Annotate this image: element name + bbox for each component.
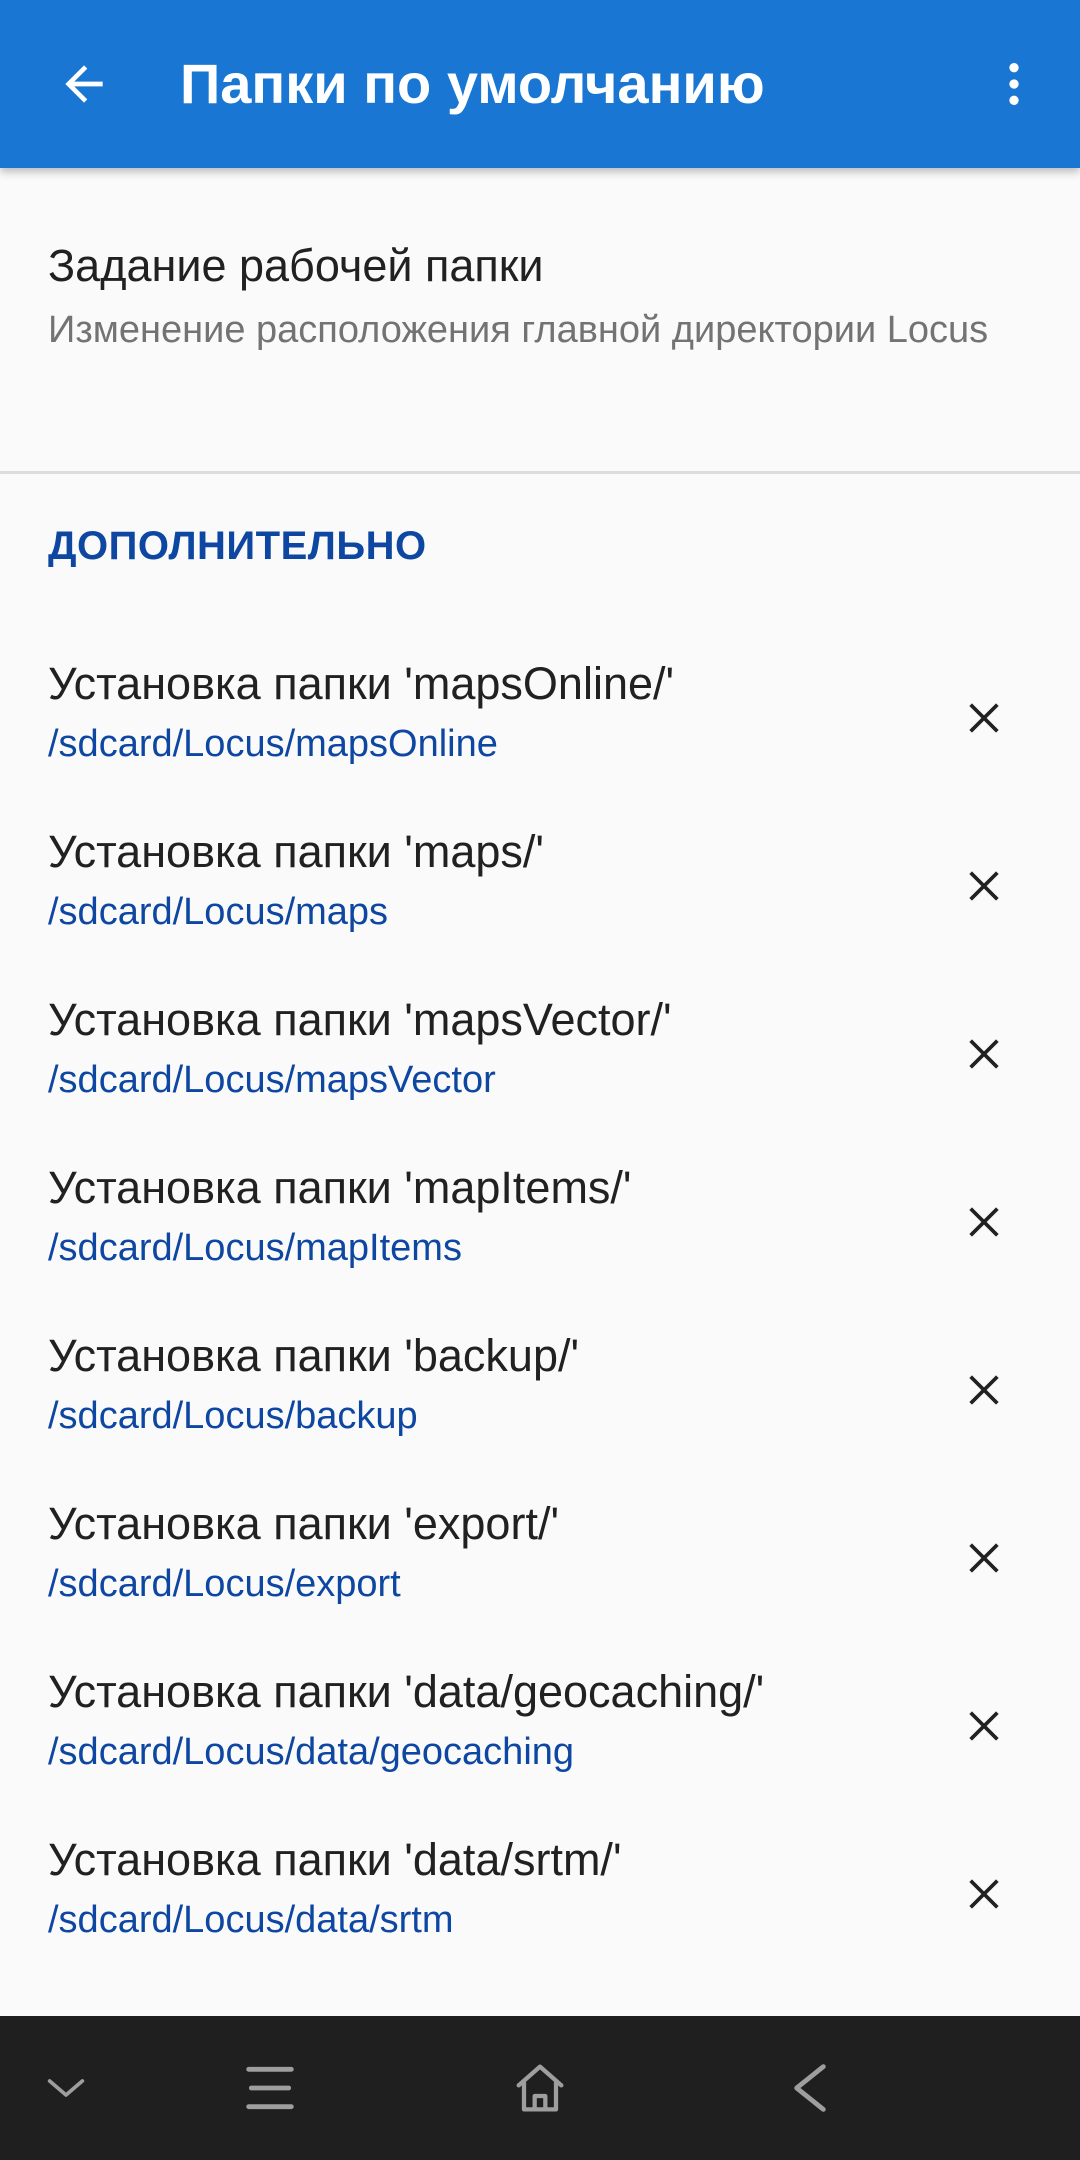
- close-icon: [969, 1543, 999, 1573]
- clear-folder-button[interactable]: [950, 1020, 1018, 1088]
- more-options-button[interactable]: [978, 48, 1050, 120]
- folder-item-title: Установка папки 'data/srtm/': [48, 1834, 622, 1885]
- folder-item-title: Установка папки 'backup/': [48, 1330, 580, 1381]
- folder-item-srtm[interactable]: Установка папки 'data/srtm/' /sdcard/Loc…: [0, 1812, 1080, 1980]
- working-folder-title: Задание рабочей папки: [48, 240, 544, 291]
- divider: [0, 471, 1080, 474]
- folder-item-path: /sdcard/Locus/data/geocaching: [48, 1731, 575, 1773]
- folder-item-title: Установка папки 'maps/': [48, 826, 545, 877]
- folder-item-mapitems[interactable]: Установка папки 'mapItems/' /sdcard/Locu…: [0, 1140, 1080, 1308]
- back-icon: [794, 2064, 826, 2112]
- folder-item-path: /sdcard/Locus/mapsOnline: [48, 723, 498, 765]
- close-icon: [969, 871, 999, 901]
- more-vert-icon: [1009, 63, 1019, 105]
- clear-folder-button[interactable]: [950, 1188, 1018, 1256]
- folder-item-title: Установка папки 'export/': [48, 1498, 560, 1549]
- clear-folder-button[interactable]: [950, 684, 1018, 752]
- nav-back-button[interactable]: [774, 2052, 846, 2124]
- back-button[interactable]: [48, 48, 120, 120]
- folder-item-path: /sdcard/Locus/mapItems: [48, 1227, 462, 1269]
- nav-home-button[interactable]: [504, 2052, 576, 2124]
- folder-item-path: /sdcard/Locus/export: [48, 1563, 401, 1605]
- system-nav-bar: [0, 2016, 1080, 2160]
- clear-folder-button[interactable]: [950, 1692, 1018, 1760]
- working-folder-summary: Изменение расположения главной директори…: [48, 309, 989, 351]
- clear-folder-button[interactable]: [950, 1524, 1018, 1592]
- folder-item-path: /sdcard/Locus/mapsVector: [48, 1059, 496, 1101]
- home-icon: [516, 2064, 564, 2112]
- folder-item-mapsvector[interactable]: Установка папки 'mapsVector/' /sdcard/Lo…: [0, 972, 1080, 1140]
- close-icon: [969, 1879, 999, 1909]
- nav-recents-button[interactable]: [234, 2052, 306, 2124]
- folder-item-path: /sdcard/Locus/maps: [48, 891, 389, 933]
- close-icon: [969, 1711, 999, 1741]
- close-icon: [969, 1039, 999, 1069]
- menu-icon: [246, 2066, 294, 2110]
- chevron-down-icon: [47, 2079, 85, 2097]
- app-bar: Папки по умолчанию: [0, 0, 1080, 168]
- arrow-back-icon: [65, 65, 103, 103]
- folder-item-title: Установка папки 'mapItems/': [48, 1162, 632, 1213]
- close-icon: [969, 703, 999, 733]
- folder-item-geocaching[interactable]: Установка папки 'data/geocaching/' /sdca…: [0, 1644, 1080, 1812]
- folder-item-path: /sdcard/Locus/data/srtm: [48, 1899, 454, 1941]
- nav-hide-button[interactable]: [30, 2052, 102, 2124]
- close-icon: [969, 1375, 999, 1405]
- clear-folder-button[interactable]: [950, 852, 1018, 920]
- page-title: Папки по умолчанию: [180, 52, 765, 115]
- section-header-advanced: ДОПОЛНИТЕЛЬНО: [48, 524, 427, 568]
- folder-item-title: Установка папки 'mapsVector/': [48, 994, 672, 1045]
- folder-item-title: Установка папки 'data/geocaching/': [48, 1666, 765, 1717]
- folder-item-backup[interactable]: Установка папки 'backup/' /sdcard/Locus/…: [0, 1308, 1080, 1476]
- folder-item-export[interactable]: Установка папки 'export/' /sdcard/Locus/…: [0, 1476, 1080, 1644]
- folder-item-maps[interactable]: Установка папки 'maps/' /sdcard/Locus/ma…: [0, 804, 1080, 972]
- clear-folder-button[interactable]: [950, 1356, 1018, 1424]
- folder-item-path: /sdcard/Locus/backup: [48, 1395, 418, 1437]
- folder-item-title: Установка папки 'mapsOnline/': [48, 658, 675, 709]
- folder-item-mapsonline[interactable]: Установка папки 'mapsOnline/' /sdcard/Lo…: [0, 636, 1080, 804]
- clear-folder-button[interactable]: [950, 1860, 1018, 1928]
- settings-list: Задание рабочей папки Изменение располож…: [0, 168, 1080, 2016]
- working-folder-preference[interactable]: Задание рабочей папки Изменение располож…: [0, 168, 1080, 471]
- close-icon: [969, 1207, 999, 1237]
